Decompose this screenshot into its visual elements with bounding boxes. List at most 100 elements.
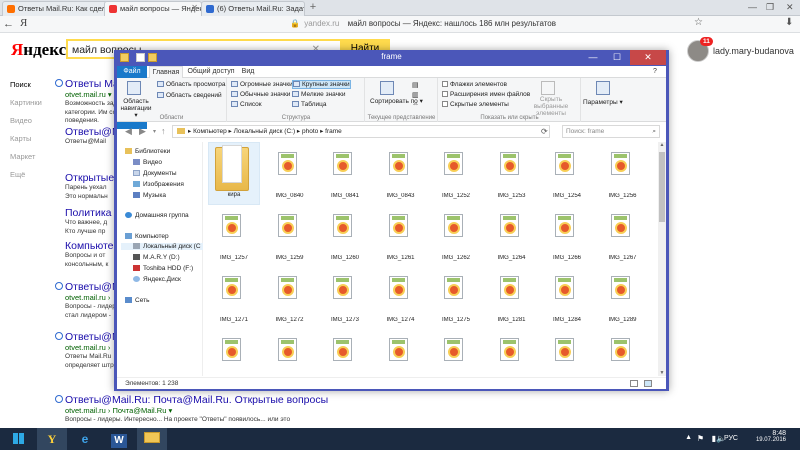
scroll-up-icon[interactable]: ▲ [658, 142, 666, 148]
file-item[interactable] [264, 328, 316, 376]
file-item[interactable] [208, 328, 260, 376]
nav-libraries[interactable]: Библиотеки [125, 148, 170, 155]
breadcrumb-item[interactable]: Локальный диск (C:) [234, 128, 296, 135]
file-item[interactable]: IMG_0840 [264, 142, 316, 205]
view-large-icons[interactable]: Крупные значки [292, 80, 351, 89]
details-pane-button[interactable]: Область сведений [157, 92, 222, 99]
view-small-icons[interactable]: Мелкие значки [292, 91, 345, 98]
view-details[interactable]: Таблица [292, 101, 327, 108]
browser-tab-1[interactable]: Ответы Mail.Ru: Как сделать [2, 1, 108, 16]
internet-explorer-taskbar-icon[interactable]: e [70, 428, 100, 450]
tab-home[interactable]: Главная [149, 66, 183, 78]
breadcrumb-item[interactable]: photo [302, 128, 318, 135]
file-item[interactable] [486, 328, 538, 376]
new-tab-button[interactable]: + [306, 2, 320, 14]
hide-selected-button[interactable]: Скрыть выбранные элементы [525, 96, 577, 117]
back-arrow-icon[interactable]: ← [3, 18, 14, 30]
sidebar-item-images[interactable]: Картинки [10, 98, 42, 116]
user-name[interactable]: lady.mary-budanova [713, 46, 794, 56]
nav-yandex-disk[interactable]: Яндекс.Диск [133, 276, 181, 283]
sidebar-item-market[interactable]: Маркет [10, 152, 42, 170]
nav-drive-f[interactable]: Toshiba HDD (F:) [133, 265, 193, 272]
options-button[interactable]: Параметры ▾ [583, 98, 623, 106]
yandex-home-button[interactable]: Я [20, 17, 27, 29]
file-item[interactable] [319, 328, 371, 376]
view-extra-large-icons[interactable]: Огромные значки [231, 81, 293, 88]
refresh-icon[interactable]: ⟳ [541, 127, 548, 136]
file-item[interactable] [541, 328, 593, 376]
sidebar-item-search[interactable]: Поиск [10, 80, 42, 98]
view-medium-icons[interactable]: Обычные значки [231, 91, 290, 98]
help-icon[interactable]: ? [649, 66, 661, 78]
nav-drive-c[interactable]: Локальный диск (C [121, 243, 203, 250]
file-item[interactable]: IMG_1284 [541, 266, 593, 329]
close-tab-icon[interactable]: ✕ [191, 3, 198, 12]
nav-homegroup[interactable]: Домашняя группа [125, 212, 189, 219]
sidebar-item-more[interactable]: Ещё [10, 170, 42, 188]
minimize-icon[interactable]: — [581, 50, 605, 65]
file-item[interactable] [597, 328, 649, 376]
file-item[interactable]: IMG_1289 [597, 266, 649, 329]
add-columns-icon[interactable]: ▥ [412, 91, 419, 99]
nav-documents[interactable]: Документы [133, 170, 177, 177]
start-button[interactable] [0, 428, 36, 450]
browser-tab-3[interactable]: (6) Ответы Mail.Ru: Задать [201, 1, 305, 16]
nav-network[interactable]: Сеть [125, 297, 149, 304]
downloads-icon[interactable]: ⬇ [785, 17, 793, 28]
file-item[interactable] [430, 328, 482, 376]
maximize-icon[interactable]: ☐ [605, 50, 629, 65]
breadcrumb-item[interactable]: frame [325, 128, 342, 135]
file-item[interactable]: IMG_1275 [430, 266, 482, 329]
file-item[interactable]: IMG_1271 [208, 266, 260, 329]
back-icon[interactable]: ◀ [125, 126, 132, 137]
show-hidden-icons-icon[interactable]: ▲ [685, 434, 692, 441]
scroll-down-icon[interactable]: ▼ [658, 370, 666, 376]
address-bar[interactable]: 🔒 yandex.ru майл вопросы — Яндекс: нашло… [290, 19, 556, 28]
explorer-search-input[interactable]: Поиск: frame ⌕ [562, 125, 660, 138]
preview-pane-button[interactable]: Область просмотра [157, 81, 225, 88]
file-extensions-toggle[interactable]: Расширения имен файлов [442, 91, 530, 98]
file-item[interactable]: IMG_1266 [541, 204, 593, 267]
file-item[interactable] [375, 328, 427, 376]
file-item[interactable]: IMG_1260 [319, 204, 371, 267]
nav-video[interactable]: Видео [133, 159, 162, 166]
file-item[interactable]: IMG_1253 [486, 142, 538, 205]
file-item[interactable]: IMG_1281 [486, 266, 538, 329]
file-item[interactable]: IMG_1256 [597, 142, 649, 205]
minimize-icon[interactable]: — [748, 2, 757, 12]
tab-view[interactable]: Вид [237, 66, 259, 78]
item-checkboxes-toggle[interactable]: Флажки элементов [442, 81, 507, 88]
file-item[interactable]: IMG_1257 [208, 204, 260, 267]
hidden-items-toggle[interactable]: Скрытые элементы [442, 101, 509, 108]
nav-music[interactable]: Музыка [133, 192, 166, 199]
tab-share[interactable]: Общий доступ [187, 66, 235, 78]
nav-images[interactable]: Изображения [133, 181, 184, 188]
file-item[interactable]: IMG_1267 [597, 204, 649, 267]
file-item[interactable]: IMG_1274 [375, 266, 427, 329]
explorer-title-bar[interactable]: frame — ☐ ✕ [114, 50, 669, 66]
file-item[interactable]: IMG_1259 [264, 204, 316, 267]
file-item[interactable]: IMG_1254 [541, 142, 593, 205]
nav-drive-d[interactable]: M.A.R.Y (D:) [133, 254, 180, 261]
clock[interactable]: 8:48 19.07.2016 [756, 430, 786, 443]
explorer-taskbar-icon[interactable] [137, 428, 167, 450]
close-icon[interactable]: ✕ [630, 50, 666, 65]
group-by-icon[interactable]: ▤ [412, 81, 419, 89]
sidebar-item-maps[interactable]: Карты [10, 134, 42, 152]
yandex-logo[interactable]: Яндекс [11, 40, 66, 60]
file-item[interactable]: IMG_1261 [375, 204, 427, 267]
size-columns-icon[interactable]: ⇔ [412, 101, 419, 108]
breadcrumb-item[interactable]: Компьютер [193, 128, 227, 135]
result-url[interactable]: otvet.mail.ru › Почта@Mail.Ru ▾ [65, 406, 496, 416]
vertical-scrollbar[interactable]: ▲ ▼ [658, 142, 666, 376]
forward-icon[interactable]: ▶ [139, 126, 146, 137]
close-icon[interactable]: ✕ [786, 2, 794, 13]
file-item[interactable]: IMG_1252 [430, 142, 482, 205]
file-item[interactable]: IMG_1273 [319, 266, 371, 329]
file-item[interactable]: IMG_0843 [375, 142, 427, 205]
yandex-browser-taskbar-icon[interactable]: Y [37, 428, 67, 450]
result-title[interactable]: Ответы@Mail.Ru: Почта@Mail.Ru. Открытые … [65, 394, 505, 406]
recent-locations-icon[interactable]: ▾ [153, 128, 156, 135]
bookmark-star-icon[interactable]: ☆ [694, 17, 703, 28]
file-item[interactable]: IMG_1264 [486, 204, 538, 267]
